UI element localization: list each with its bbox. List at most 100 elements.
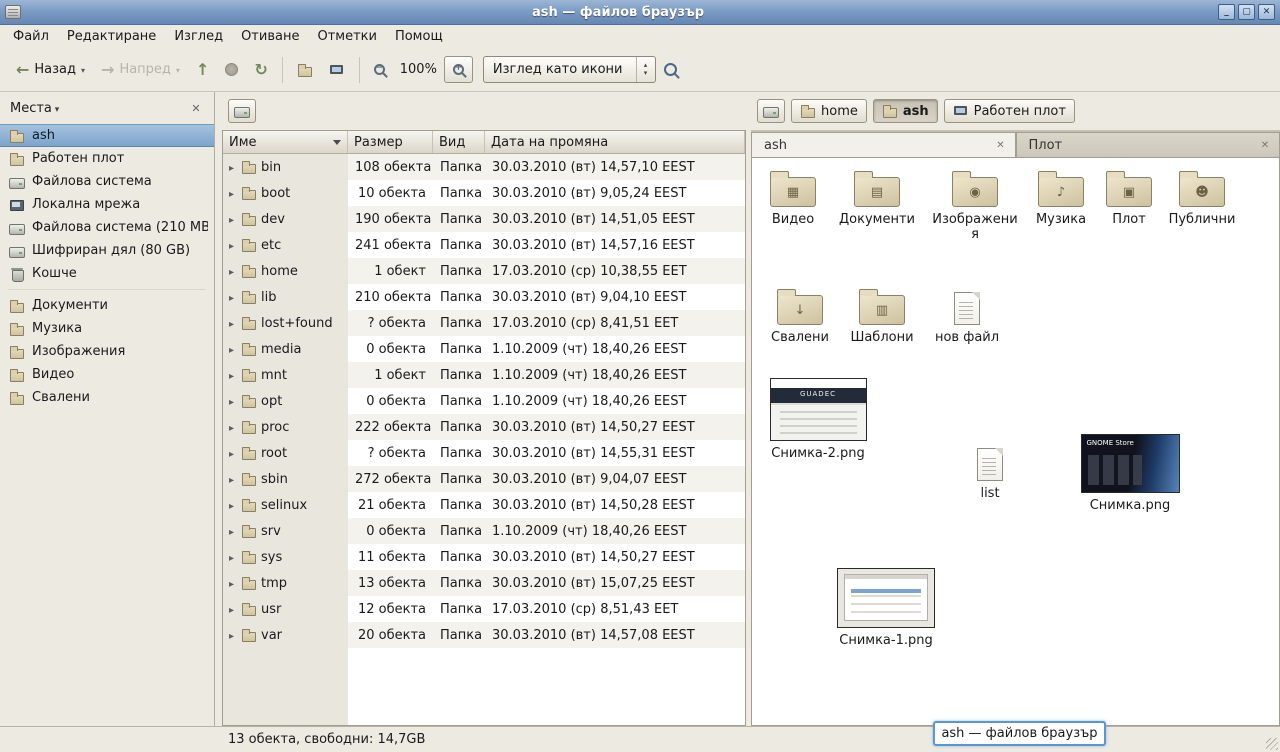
table-row[interactable]: usr 12 обекта Папка 17.03.2010 (ср) 8,51…	[223, 596, 745, 622]
expander-icon[interactable]	[226, 368, 237, 383]
expander-icon[interactable]	[226, 602, 237, 617]
table-row[interactable]: var 20 обекта Папка 30.03.2010 (вт) 14,5…	[223, 622, 745, 648]
icon-item[interactable]: ↓ Свалени	[763, 286, 837, 346]
expander-icon[interactable]	[226, 290, 237, 305]
pane-divider[interactable]	[215, 92, 222, 726]
icon-item[interactable]: ▤ Документи	[834, 168, 920, 228]
sidebar-item[interactable]: Кошче	[0, 262, 214, 285]
icon-item[interactable]: ◉ Изображения	[932, 168, 1018, 243]
menu-item[interactable]: Помощ	[386, 26, 452, 47]
expander-icon[interactable]	[226, 498, 237, 513]
up-button[interactable]: ↑	[188, 55, 217, 85]
expander-icon[interactable]	[226, 576, 237, 591]
tab-close-icon[interactable]	[993, 137, 1009, 153]
table-row[interactable]: tmp 13 обекта Папка 30.03.2010 (вт) 15,0…	[223, 570, 745, 596]
expander-icon[interactable]	[226, 212, 237, 227]
sidebar-item[interactable]: Работен плот	[0, 147, 214, 170]
icon-item[interactable]: ☻ Публични	[1163, 168, 1241, 228]
tab[interactable]: Плот	[1016, 132, 1280, 157]
back-button[interactable]: ← Назад	[8, 55, 93, 85]
column-header-type[interactable]: Вид	[433, 131, 485, 153]
tab[interactable]: ash	[751, 132, 1016, 157]
computer-button[interactable]	[321, 55, 353, 85]
expander-icon[interactable]	[226, 420, 237, 435]
minimize-button[interactable]: _	[1218, 4, 1235, 20]
sidebar-item[interactable]: Свалени	[0, 386, 214, 409]
forward-button[interactable]: → Напред	[93, 55, 188, 85]
menu-item[interactable]: Редактиране	[58, 26, 165, 47]
table-row[interactable]: home 1 обект Папка 17.03.2010 (ср) 10,38…	[223, 258, 745, 284]
sidebar-item[interactable]: Файлова система (210 MB)	[0, 216, 214, 239]
expander-icon[interactable]	[226, 186, 237, 201]
table-row[interactable]: mnt 1 обект Папка 1.10.2009 (чт) 18,40,2…	[223, 362, 745, 388]
column-header-size[interactable]: Размер	[348, 131, 433, 153]
sidebar-item[interactable]	[0, 285, 214, 294]
zoom-out-button[interactable]: −	[366, 55, 393, 85]
path-button[interactable]: home	[791, 99, 867, 123]
table-row[interactable]: srv 0 обекта Папка 1.10.2009 (чт) 18,40,…	[223, 518, 745, 544]
table-row[interactable]: sys 11 обекта Папка 30.03.2010 (вт) 14,5…	[223, 544, 745, 570]
icon-item[interactable]: GNOME Store Снимка.png	[1078, 434, 1182, 514]
icon-item[interactable]: list	[964, 442, 1016, 502]
sidebar-item[interactable]: Локална мрежа	[0, 193, 214, 216]
table-row[interactable]: sbin 272 обекта Папка 30.03.2010 (вт) 9,…	[223, 466, 745, 492]
icon-item[interactable]: ♪ Музика	[1024, 168, 1098, 228]
menu-item[interactable]: Отиване	[232, 26, 308, 47]
expander-icon[interactable]	[226, 160, 237, 175]
back-dropdown-icon[interactable]	[81, 62, 85, 77]
sidebar-item[interactable]: Изображения	[0, 340, 214, 363]
sidebar-item[interactable]: Видео	[0, 363, 214, 386]
pathbar-root-button[interactable]	[757, 99, 785, 123]
table-row[interactable]: bin 108 обекта Папка 30.03.2010 (вт) 14,…	[223, 154, 745, 180]
zoom-in-button[interactable]: +	[444, 56, 473, 83]
path-button[interactable]: ash	[873, 99, 938, 123]
stop-button[interactable]	[217, 55, 246, 85]
sidebar-item[interactable]: ash	[0, 124, 214, 147]
table-row[interactable]: media 0 обекта Папка 1.10.2009 (чт) 18,4…	[223, 336, 745, 362]
sidebar-close-icon[interactable]	[188, 100, 204, 116]
combo-stepper-icon[interactable]	[636, 57, 655, 82]
table-row[interactable]: lib 210 обекта Папка 30.03.2010 (вт) 9,0…	[223, 284, 745, 310]
icon-item[interactable]: ▣ Плот	[1099, 168, 1159, 228]
icon-item[interactable]: ▥ Шаблони	[844, 286, 920, 346]
table-row[interactable]: lost+found ? обекта Папка 17.03.2010 (ср…	[223, 310, 745, 336]
expander-icon[interactable]	[226, 238, 237, 253]
expander-icon[interactable]	[226, 524, 237, 539]
icon-item[interactable]: ▦ Видео	[758, 168, 828, 228]
expander-icon[interactable]	[226, 550, 237, 565]
sidebar-item[interactable]: Документи	[0, 294, 214, 317]
titlebar[interactable]: ash — файлов браузър _ ▢ ✕	[0, 0, 1280, 25]
table-row[interactable]: selinux 21 обекта Папка 30.03.2010 (вт) …	[223, 492, 745, 518]
expander-icon[interactable]	[226, 316, 237, 331]
table-row[interactable]: root ? обекта Папка 30.03.2010 (вт) 14,5…	[223, 440, 745, 466]
table-row[interactable]: etc 241 обекта Папка 30.03.2010 (вт) 14,…	[223, 232, 745, 258]
maximize-button[interactable]: ▢	[1238, 4, 1255, 20]
resize-grip[interactable]	[1266, 738, 1278, 750]
root-location-button[interactable]	[228, 99, 256, 123]
tab-close-icon[interactable]	[1257, 137, 1273, 153]
window-menu-icon[interactable]	[5, 5, 21, 19]
sidebar-item[interactable]: Музика	[0, 317, 214, 340]
table-row[interactable]: dev 190 обекта Папка 30.03.2010 (вт) 14,…	[223, 206, 745, 232]
icon-canvas[interactable]: ▦ Видео ▤ Документи ◉ Изображения	[751, 158, 1280, 726]
column-header-name[interactable]: Име	[223, 131, 348, 153]
expander-icon[interactable]	[226, 394, 237, 409]
reload-button[interactable]: ↻	[246, 55, 275, 85]
table-row[interactable]: opt 0 обекта Папка 1.10.2009 (чт) 18,40,…	[223, 388, 745, 414]
path-button[interactable]: Работен плот	[944, 99, 1075, 123]
menu-item[interactable]: Отметки	[308, 26, 385, 47]
table-row[interactable]: proc 222 обекта Папка 30.03.2010 (вт) 14…	[223, 414, 745, 440]
expander-icon[interactable]	[226, 628, 237, 643]
expander-icon[interactable]	[226, 472, 237, 487]
icon-item[interactable]: GUADEC Снимка-2.png	[766, 378, 870, 462]
close-button[interactable]: ✕	[1258, 4, 1275, 20]
expander-icon[interactable]	[226, 342, 237, 357]
sidebar-item[interactable]: Шифриран дял (80 GB)	[0, 239, 214, 262]
search-button[interactable]	[656, 55, 685, 85]
table-row[interactable]: boot 10 обекта Папка 30.03.2010 (вт) 9,0…	[223, 180, 745, 206]
menu-item[interactable]: Изглед	[165, 26, 232, 47]
sidebar-item[interactable]: Файлова система	[0, 170, 214, 193]
expander-icon[interactable]	[226, 446, 237, 461]
menu-item[interactable]: Файл	[4, 26, 58, 47]
sidebar-mode-select[interactable]: Места	[10, 101, 59, 116]
